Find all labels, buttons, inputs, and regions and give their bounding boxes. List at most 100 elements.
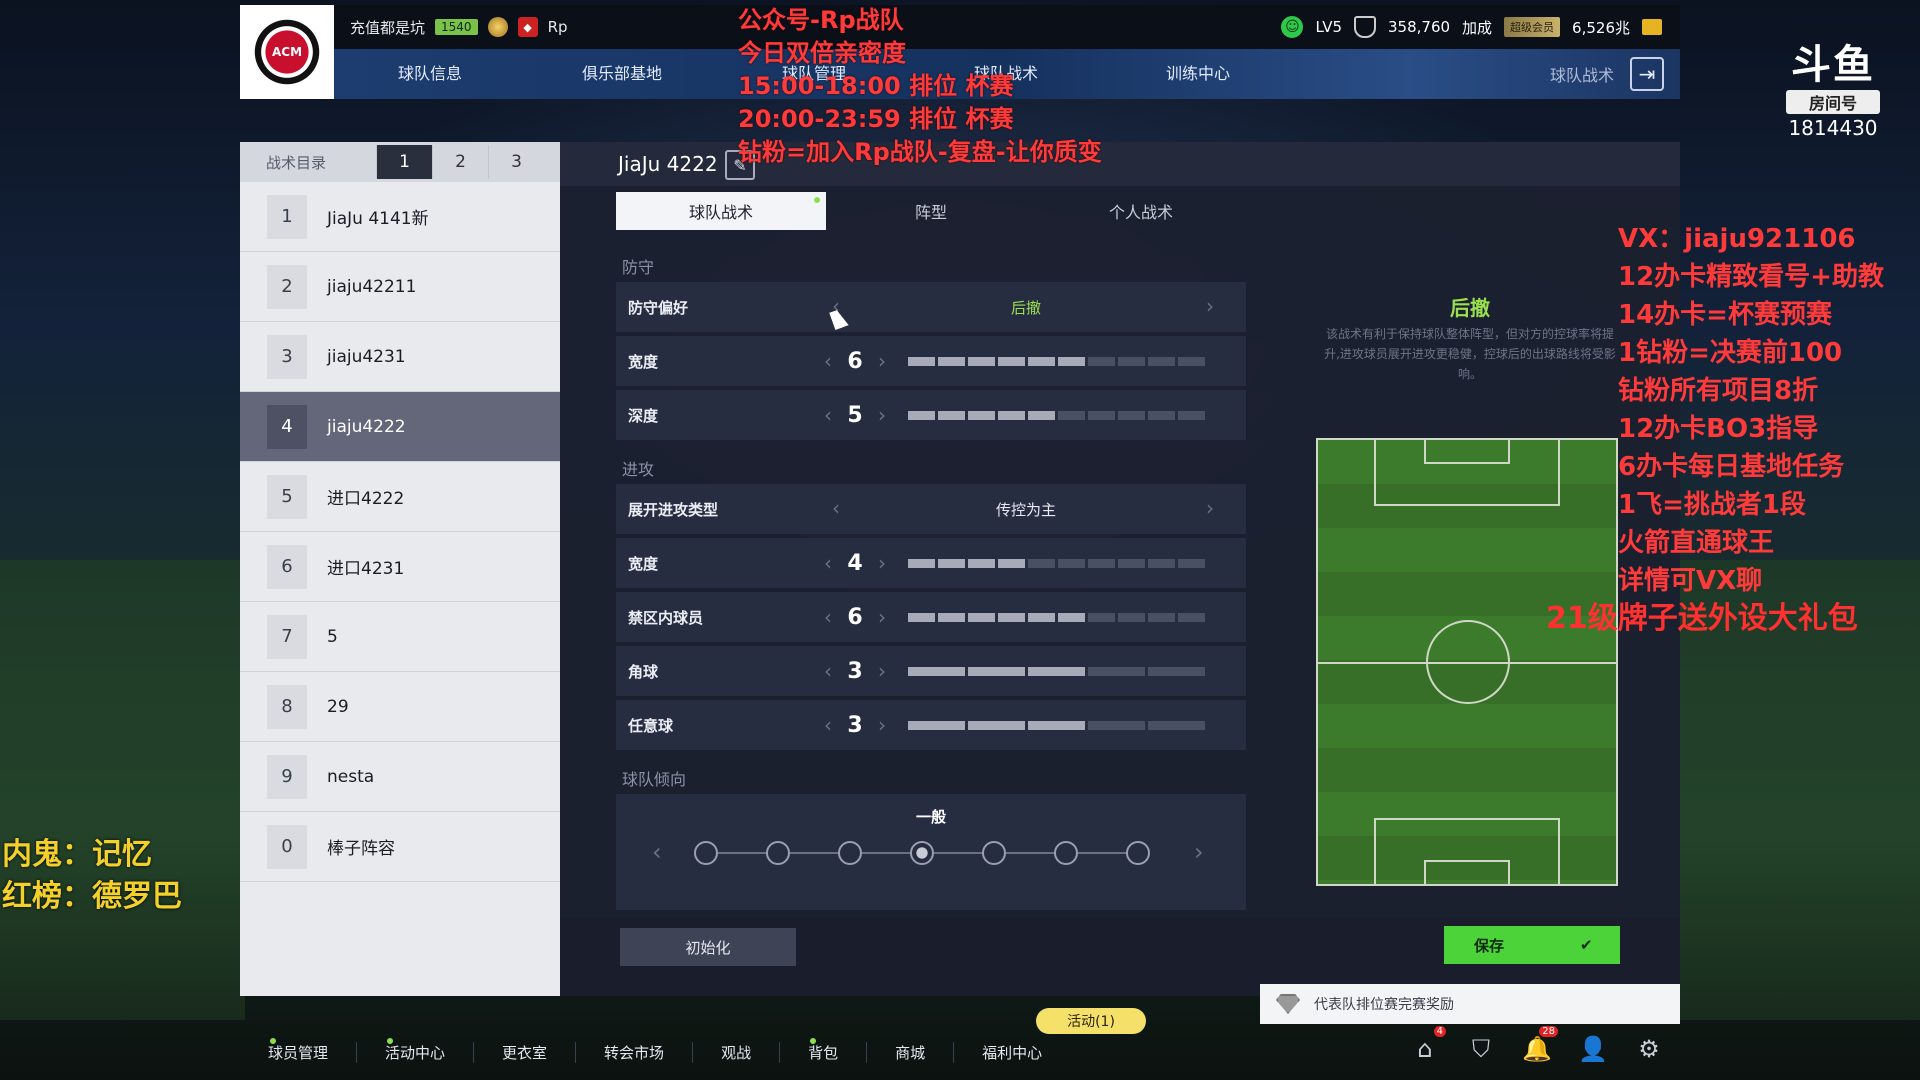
goal-area-bottom <box>1424 860 1510 884</box>
nav-welfare-center[interactable]: 福利中心 <box>954 1042 1070 1063</box>
nav-spectate[interactable]: 观战 <box>693 1041 781 1063</box>
reset-button[interactable]: 初始化 <box>620 928 796 966</box>
tendency-step[interactable] <box>910 841 934 865</box>
setting-value: 6 <box>847 348 863 374</box>
chevron-right-icon[interactable]: › <box>1198 496 1222 520</box>
profile-icon[interactable]: 👤 <box>1578 1034 1608 1064</box>
vip-tag[interactable]: 超级会员 <box>1504 17 1561 37</box>
club-logo[interactable]: ACM <box>240 5 334 99</box>
tactic-index: 8 <box>267 684 307 729</box>
overlay-line: 火箭直通球王 <box>1618 528 1775 558</box>
tendency-step[interactable] <box>982 841 1006 865</box>
bell-icon[interactable]: 🔔 28 <box>1522 1026 1558 1064</box>
level-bar <box>908 612 1205 622</box>
nav-activity-center[interactable]: 活动中心 <box>357 1037 475 1063</box>
club-crest-icon: ACM <box>253 11 321 93</box>
new-dot-icon <box>814 197 820 203</box>
tab-label: 阵型 <box>914 203 947 222</box>
tendency-step[interactable] <box>1126 841 1150 865</box>
tendency-step[interactable] <box>1054 841 1078 865</box>
chevron-left-icon[interactable]: ‹ <box>816 605 840 629</box>
chevron-left-icon[interactable]: ‹ <box>816 349 840 373</box>
tactics-list-header: 战术目录 1 2 3 <box>240 142 560 182</box>
level-badge: 1540 <box>435 19 478 35</box>
tactic-item[interactable]: 3 jiaju4231 <box>240 322 560 392</box>
nav-player-management[interactable]: 球员管理 <box>240 1037 358 1063</box>
chevron-right-icon[interactable]: › <box>870 713 894 737</box>
chevron-left-icon[interactable]: ‹ <box>816 551 840 575</box>
level-segment <box>1028 410 1055 420</box>
level-segment <box>1028 356 1055 366</box>
setting-value: 5 <box>847 402 863 428</box>
chevron-left-icon[interactable]: ‹ <box>816 713 840 737</box>
nav-shop[interactable]: 商城 <box>867 1041 955 1063</box>
shield-icon[interactable]: ⛉ <box>1466 1034 1496 1064</box>
nav-transfer-market[interactable]: 转会市场 <box>576 1041 694 1063</box>
save-label: 保存 <box>1474 936 1505 955</box>
setting-value: 3 <box>847 658 863 684</box>
level-segment <box>908 558 935 568</box>
exit-icon[interactable]: ⇥ <box>1630 57 1664 91</box>
tactic-item[interactable]: 9 nesta <box>240 742 560 812</box>
page-tab-2[interactable]: 2 <box>432 145 488 179</box>
freekick-row: 任意球 ‹ 3 › <box>616 700 1246 750</box>
overlay-line: 1钻粉=决赛前100 <box>1618 338 1843 368</box>
level-segment <box>908 612 935 622</box>
tactic-name: jiaju4231 <box>327 346 406 367</box>
nav-training-center[interactable]: 训练中心 <box>1102 49 1294 99</box>
chevron-left-icon[interactable]: ‹ <box>652 838 662 866</box>
page-tab-3[interactable]: 3 <box>488 145 544 179</box>
tendency-step[interactable] <box>766 841 790 865</box>
reward-notification[interactable]: 代表队排位赛完赛奖励 <box>1260 984 1680 1024</box>
level-segment <box>968 720 1025 730</box>
nav-locker-room[interactable]: 更衣室 <box>474 1041 577 1063</box>
chevron-left-icon[interactable]: ‹ <box>816 659 840 683</box>
tab-individual-tactics[interactable]: 个人战术 <box>1036 192 1246 230</box>
tactic-index: 6 <box>267 544 307 589</box>
chevron-right-icon[interactable]: › <box>870 551 894 575</box>
tactic-item[interactable]: 1 JiaJu 4141新 <box>240 182 560 252</box>
tactic-item[interactable]: 5 进口4222 <box>240 462 560 532</box>
home-icon[interactable]: ⌂ 4 <box>1410 1026 1446 1064</box>
chevron-right-icon[interactable]: › <box>870 403 894 427</box>
vip-level: LV5 <box>1315 18 1342 36</box>
bell-badge: 28 <box>1539 1026 1558 1037</box>
save-button[interactable]: 保存 ✔ <box>1444 926 1620 964</box>
setting-label: 宽度 <box>628 352 659 371</box>
medal-icon <box>487 17 508 37</box>
chevron-right-icon[interactable]: › <box>1194 838 1204 866</box>
tactic-item[interactable]: 2 jiaju42211 <box>240 252 560 322</box>
nav-club-base[interactable]: 俱乐部基地 <box>526 49 718 99</box>
chevron-right-icon[interactable]: › <box>870 659 894 683</box>
tactic-item[interactable]: 0 棒子阵容 <box>240 812 560 882</box>
stream-overlay-top: 公众号-Rp战队 今日双倍亲密度 15:00-18:00 排位 杯赛 20:00… <box>738 4 1102 169</box>
tendency-step[interactable] <box>838 841 862 865</box>
background-pitch-left <box>0 560 245 1020</box>
attack-type-value: 传控为主 <box>995 500 1056 519</box>
level-segment <box>938 558 965 568</box>
tactic-item[interactable]: 6 进口4231 <box>240 532 560 602</box>
check-icon: ✔ <box>1580 936 1593 954</box>
chevron-right-icon[interactable]: › <box>870 605 894 629</box>
tendency-step[interactable] <box>694 841 718 865</box>
attack-section-title: 进攻 <box>622 460 655 479</box>
nav-label: 观战 <box>721 1043 752 1062</box>
tactic-item-selected[interactable]: 4 jiaju4222 <box>240 392 560 462</box>
chevron-right-icon[interactable]: › <box>1198 294 1222 318</box>
douyu-logo: 斗鱼 <box>1791 42 1875 88</box>
team-tendency-slider[interactable]: 一般 ‹ › <box>616 794 1246 910</box>
nav-team-info[interactable]: 球队信息 <box>334 49 526 99</box>
tactic-item[interactable]: 75 <box>240 602 560 672</box>
tab-team-tactics[interactable]: 球队战术 <box>616 192 826 230</box>
tactic-item[interactable]: 8 29 <box>240 672 560 742</box>
nav-label: 商城 <box>895 1043 926 1062</box>
nav-backpack[interactable]: 背包 <box>780 1037 868 1063</box>
tab-formation[interactable]: 阵型 <box>826 192 1036 230</box>
tactic-index: 2 <box>267 264 307 309</box>
level-segment <box>1058 558 1085 568</box>
chevron-left-icon[interactable]: ‹ <box>816 403 840 427</box>
gear-icon[interactable]: ⚙ <box>1634 1034 1664 1064</box>
chevron-right-icon[interactable]: › <box>870 349 894 373</box>
level-segment <box>908 720 965 730</box>
page-tab-1[interactable]: 1 <box>376 145 432 179</box>
